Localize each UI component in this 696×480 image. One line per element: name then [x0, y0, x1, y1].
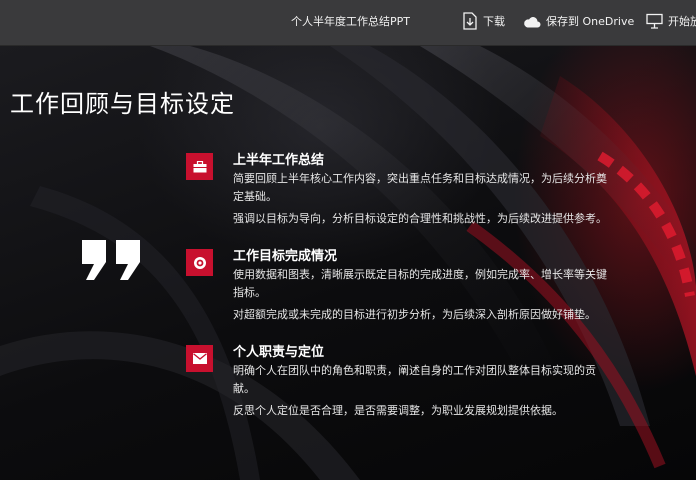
download-icon: [463, 12, 477, 30]
item-text: 明确个人在团队中的角色和职责，阐述自身的工作对团队整体目标实现的贡献。: [233, 364, 596, 395]
briefcase-icon: [186, 153, 213, 180]
item-text: 简要回顾上半年核心工作内容，突出重点任务和目标达成情况，为后续分析奠定基础。: [233, 172, 607, 203]
start-presentation-button[interactable]: 开始放: [646, 10, 696, 32]
item-text: 对超额完成或未完成的目标进行初步分析，为后续深入剖析原因做好铺垫。: [233, 308, 596, 321]
document-title: 个人半年度工作总结PPT: [291, 15, 410, 28]
top-toolbar: 个人半年度工作总结PPT 下载 保存到 OneDrive 开始放: [0, 0, 696, 46]
slide-title: 工作回顾与目标设定: [10, 90, 235, 118]
envelope-icon: [186, 345, 213, 372]
item-text: 强调以目标为导向，分析目标设定的合理性和挑战性，为后续改进提供参考。: [233, 212, 607, 225]
presentation-icon: [646, 13, 663, 29]
cloud-icon: [524, 16, 541, 27]
present-label: 开始放: [668, 15, 696, 28]
item-heading: 个人职责与定位: [233, 345, 325, 360]
target-icon: [186, 249, 213, 276]
onedrive-label: 保存到 OneDrive: [546, 15, 635, 28]
item-text: 反思个人定位是否合理，是否需要调整，为职业发展规划提供依据。: [233, 404, 563, 417]
save-to-onedrive-button[interactable]: 保存到 OneDrive: [523, 10, 634, 32]
slide-canvas: 工作回顾与目标设定 上半年工作总结 简要回顾上半年核心工作内容，突出重点任务和目…: [0, 46, 696, 480]
item-text: 使用数据和图表，清晰展示既定目标的完成进度，例如完成率、增长率等关键指标。: [233, 268, 607, 299]
item-heading: 工作目标完成情况: [233, 249, 338, 264]
item-heading: 上半年工作总结: [233, 153, 325, 168]
quote-icon: [82, 240, 140, 280]
download-label: 下载: [483, 15, 505, 28]
download-button[interactable]: 下载: [462, 10, 505, 32]
